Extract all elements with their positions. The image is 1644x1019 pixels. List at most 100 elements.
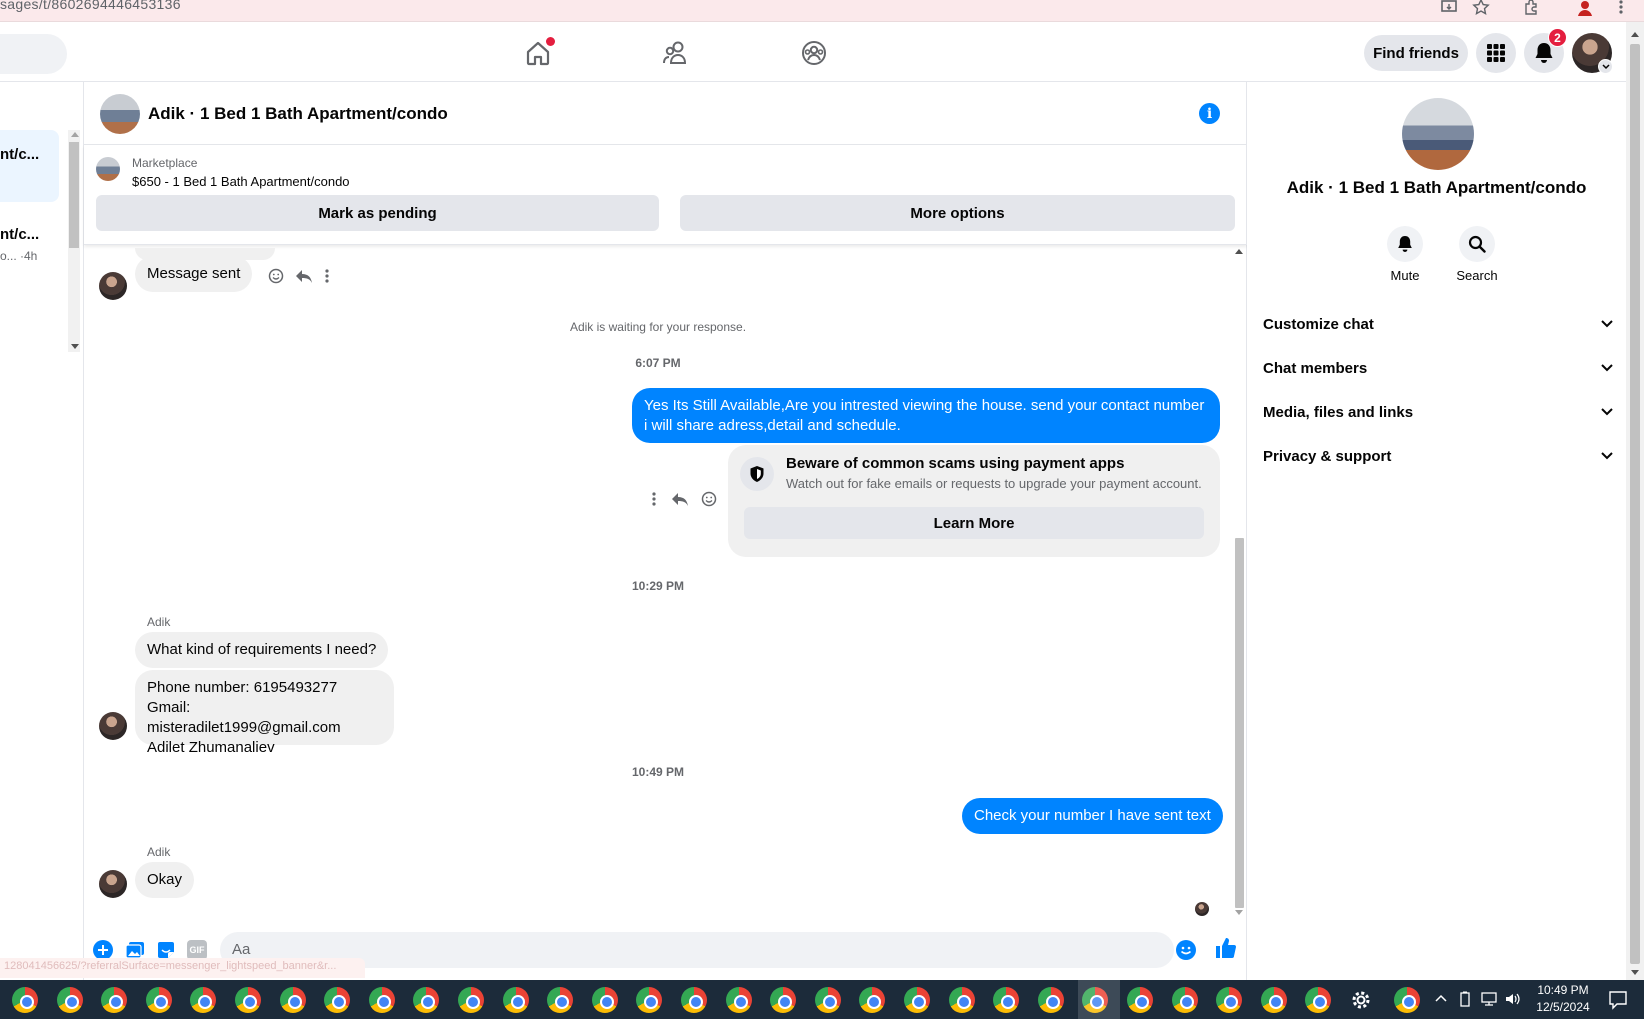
shield-icon [740, 457, 774, 491]
page-scrollbar[interactable] [1626, 22, 1644, 980]
reply-icon[interactable] [671, 491, 689, 507]
taskbar-chrome-icon[interactable] [324, 987, 350, 1013]
groups-icon[interactable] [800, 39, 828, 67]
taskbar-chrome-icon[interactable] [12, 987, 38, 1013]
taskbar-chrome-icon[interactable] [592, 987, 618, 1013]
media-files-links-row[interactable]: Media, files and links [1263, 392, 1613, 432]
scam-warning-card: Beware of common scams using payment app… [728, 445, 1220, 557]
incoming-message[interactable]: Phone number: 6195493277 Gmail: misterad… [135, 670, 394, 756]
taskbar-chrome-icon[interactable] [681, 987, 707, 1013]
chat-title[interactable]: Adik · 1 Bed 1 Bath Apartment/condo [148, 104, 448, 124]
more-actions-icon[interactable] [651, 491, 657, 507]
menu-grid-button[interactable] [1476, 33, 1516, 73]
privacy-support-row[interactable]: Privacy & support [1263, 436, 1613, 476]
emoji-icon[interactable] [1176, 940, 1196, 960]
taskbar-chrome-icon[interactable] [190, 987, 216, 1013]
taskbar-chrome-icon[interactable] [413, 987, 439, 1013]
taskbar-chrome-icon[interactable] [993, 987, 1019, 1013]
bookmark-star-icon[interactable] [1472, 0, 1490, 16]
search-box[interactable] [0, 34, 67, 74]
react-icon[interactable] [701, 491, 717, 507]
more-options-button[interactable]: More options [680, 195, 1235, 231]
info-icon[interactable]: i [1199, 103, 1220, 124]
taskbar-chrome-icon[interactable] [726, 987, 752, 1013]
taskbar-chrome-icon[interactable] [1394, 987, 1420, 1013]
profile-title: Adik · 1 Bed 1 Bath Apartment/condo [1286, 178, 1587, 197]
taskbar-chrome-icon[interactable] [1261, 987, 1287, 1013]
find-friends-button[interactable]: Find friends [1364, 35, 1468, 71]
extensions-icon[interactable] [1522, 0, 1540, 16]
notification-center-icon[interactable] [1608, 990, 1628, 1010]
incoming-message[interactable]: Okay [135, 862, 195, 898]
taskbar-chrome-icon[interactable] [101, 987, 127, 1013]
more-actions-icon[interactable] [324, 268, 330, 284]
browser-menu-icon[interactable] [1618, 0, 1624, 16]
taskbar-chrome-icon[interactable] [815, 987, 841, 1013]
sticker-icon[interactable] [156, 940, 176, 960]
chat-members-row[interactable]: Chat members [1263, 348, 1613, 388]
contact-avatar[interactable] [99, 870, 127, 898]
url-text[interactable]: sages/t/8602694446453136 [0, 0, 181, 12]
learn-more-button[interactable]: Learn More [744, 507, 1204, 539]
listing-small-thumbnail[interactable] [96, 157, 120, 181]
friends-icon[interactable] [662, 39, 690, 67]
clock-time[interactable]: 10:49 PM [1528, 983, 1598, 997]
volume-icon[interactable] [1504, 991, 1522, 1007]
outgoing-message[interactable]: Yes Its Still Available,Are you intreste… [632, 388, 1220, 443]
conversation-item[interactable]: nt/c... o... ·4h [0, 210, 59, 282]
photo-icon[interactable] [125, 940, 145, 960]
listing-title[interactable]: $650 - 1 Bed 1 Bath Apartment/condo [132, 174, 350, 189]
conversation-item-active[interactable]: nt/c... [0, 130, 59, 202]
incoming-message[interactable]: What kind of requirements I need? [135, 632, 389, 668]
add-icon[interactable] [93, 940, 113, 960]
search-button[interactable]: Search [1448, 226, 1506, 286]
marketplace-label: Marketplace [132, 156, 198, 170]
conversation-list-scrollbar[interactable] [68, 130, 80, 352]
contact-avatar[interactable] [99, 712, 127, 740]
taskbar-chrome-icon[interactable] [57, 987, 83, 1013]
profile-icon[interactable] [1576, 0, 1594, 16]
taskbar-chrome-icon[interactable] [636, 987, 662, 1013]
install-app-icon[interactable] [1440, 0, 1458, 16]
react-icon[interactable] [268, 268, 284, 284]
like-thumb-icon[interactable] [1214, 936, 1238, 960]
sender-name: Adik [147, 845, 171, 859]
taskbar-chrome-icon[interactable] [235, 987, 261, 1013]
settings-gear-icon[interactable] [1350, 989, 1372, 1011]
taskbar-chrome-icon[interactable] [1305, 987, 1331, 1013]
customize-chat-row[interactable]: Customize chat [1263, 304, 1613, 344]
taskbar-chrome-icon[interactable] [146, 987, 172, 1013]
taskbar-chrome-icon[interactable] [904, 987, 930, 1013]
account-chevron-icon[interactable] [1598, 59, 1613, 74]
taskbar-chrome-icon[interactable] [547, 987, 573, 1013]
taskbar-chrome-icon[interactable] [1216, 987, 1242, 1013]
contact-avatar[interactable] [99, 272, 127, 300]
taskbar-chrome-icon[interactable] [770, 987, 796, 1013]
battery-icon[interactable] [1458, 991, 1472, 1007]
tray-chevron-up-icon[interactable] [1435, 994, 1447, 1002]
timestamp: 6:07 PM [635, 356, 681, 370]
chat-scrollbar[interactable] [1232, 246, 1246, 920]
taskbar-chrome-icon[interactable] [1172, 987, 1198, 1013]
chevron-down-icon [1601, 452, 1613, 460]
message-sent-bubble[interactable]: Message sent [135, 256, 253, 292]
taskbar-chrome-icon[interactable] [949, 987, 975, 1013]
outgoing-message[interactable]: Check your number I have sent text [962, 798, 1223, 834]
listing-thumbnail[interactable] [100, 94, 140, 134]
mark-as-pending-button[interactable]: Mark as pending [96, 195, 659, 231]
network-icon[interactable] [1480, 991, 1498, 1007]
reply-icon[interactable] [295, 268, 313, 284]
home-icon[interactable] [524, 37, 555, 67]
taskbar-chrome-icon[interactable] [1038, 987, 1064, 1013]
taskbar-chrome-icon[interactable] [458, 987, 484, 1013]
profile-photo[interactable] [1402, 98, 1474, 170]
read-receipt-avatar [1195, 902, 1209, 916]
taskbar-chrome-icon[interactable] [503, 987, 529, 1013]
taskbar-chrome-icon[interactable] [369, 987, 395, 1013]
taskbar-chrome-icon[interactable] [1127, 987, 1153, 1013]
clock-date[interactable]: 12/5/2024 [1528, 1000, 1598, 1014]
mute-button[interactable]: Mute [1376, 226, 1434, 286]
taskbar-chrome-icon[interactable] [859, 987, 885, 1013]
taskbar-chrome-icon[interactable] [280, 987, 306, 1013]
gif-icon[interactable]: GIF [187, 940, 207, 960]
